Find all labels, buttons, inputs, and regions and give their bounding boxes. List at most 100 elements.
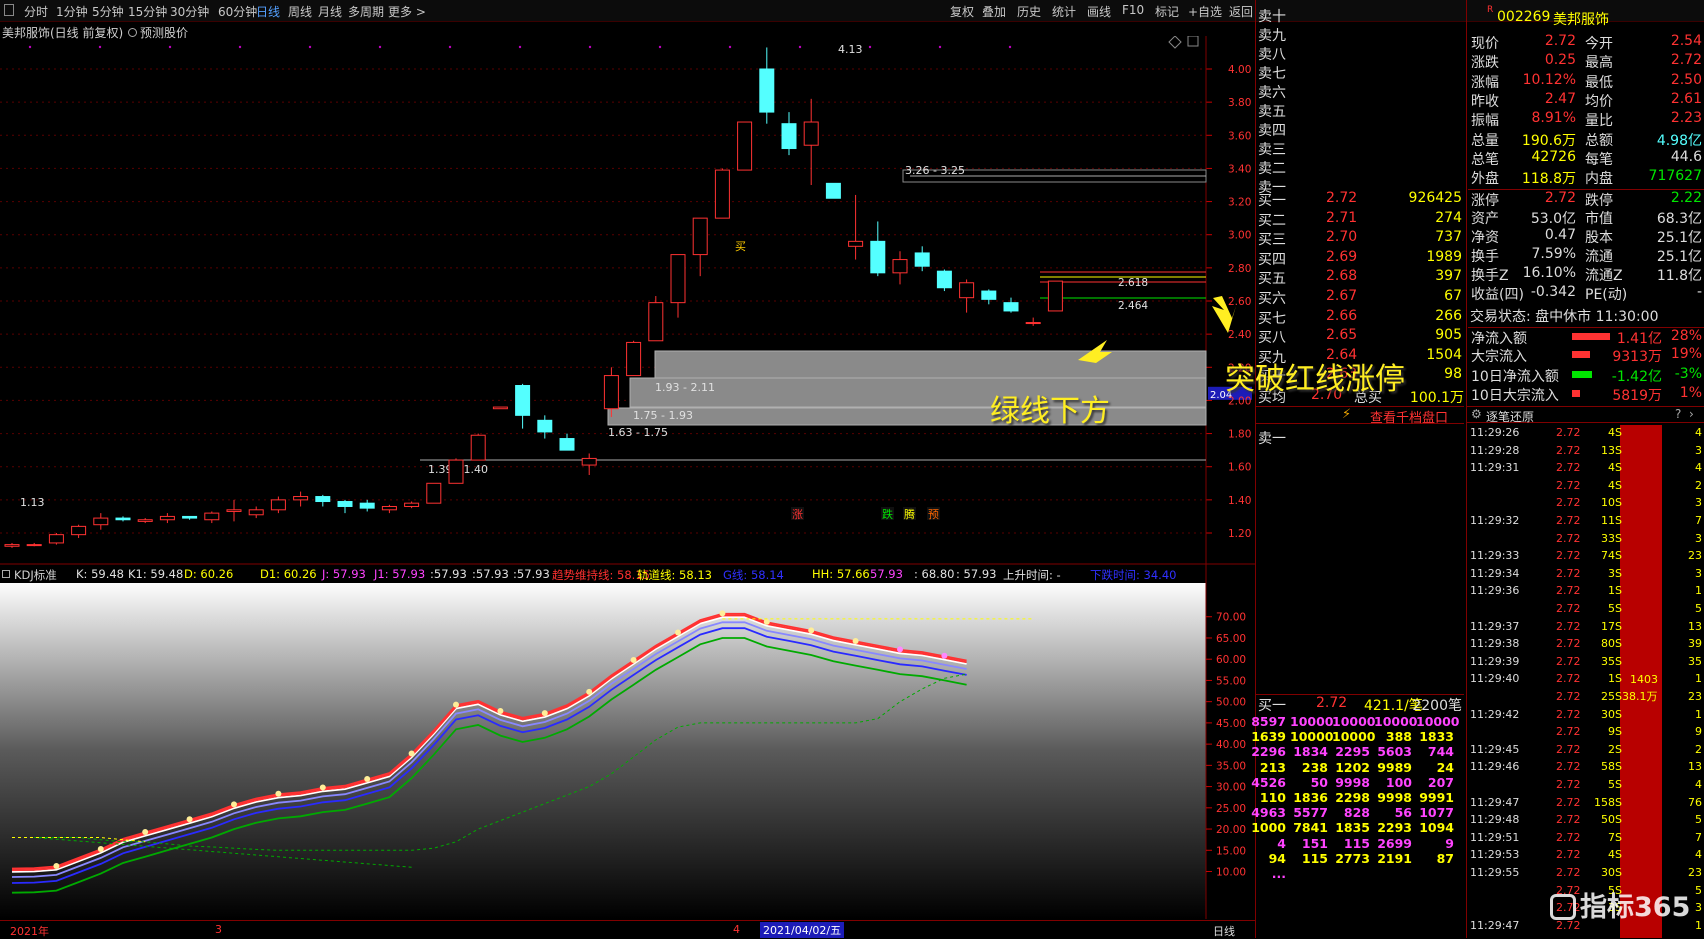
buy-level-row[interactable]: 买五 2.68 397	[1256, 268, 1464, 287]
tick-row: 2.72 4S 2	[1468, 479, 1704, 495]
settings-icon[interactable]: ⚙	[1471, 407, 1482, 421]
kdj-indicator-chart[interactable]: 70.00 65.00 60.00 55.00 50.00 45.00 40.00 35.00…	[0, 583, 1256, 919]
queue-cell: 1077	[1419, 805, 1454, 821]
zone-label: 3.26 - 3.25	[905, 164, 965, 177]
candle-body	[381, 505, 397, 511]
flow-row: 10日大宗流入 5819万 1%	[1468, 385, 1704, 404]
top-toolbar: 分时 1分钟 5分钟 15分钟 30分钟 60分钟 日线 周线 月线 多周期 更多 > 复权 叠加 历史统…	[0, 0, 1704, 22]
queue-cell: 94	[1268, 850, 1286, 866]
candle-body	[1003, 302, 1019, 312]
quote-row: 收益(四) -0.342 PE(动) -	[1468, 284, 1704, 303]
buy-level-row[interactable]: 买一 2.72 926425	[1256, 190, 1464, 209]
queue-cell: 8597	[1251, 714, 1286, 729]
tick-count: 1	[1695, 918, 1702, 932]
tick-volume: 80S	[1601, 637, 1622, 651]
view-all-levels-link[interactable]: ⚡ 查看千档盘口	[1256, 406, 1464, 426]
toolbar-button-8[interactable]: 返回	[1229, 3, 1253, 20]
tick-count: 23	[1688, 549, 1702, 563]
candle-body	[848, 240, 864, 247]
quote-row: 振幅 8.91% 量比 2.23	[1468, 110, 1704, 129]
queue-row: 1639 10000 10000 388 1833	[1251, 729, 1464, 745]
tick-price: 2.72	[1556, 637, 1581, 651]
buy-level-label: 买三	[1258, 232, 1286, 249]
queue-cell: 9989	[1377, 759, 1412, 775]
tick-price: 2.72	[1556, 514, 1581, 527]
buy-level-row[interactable]: 买二 2.71 274	[1256, 210, 1464, 229]
buy-level-row[interactable]: 买四 2.69 1989	[1256, 249, 1464, 268]
tab-8[interactable]: 月线	[318, 3, 342, 20]
ticks-title: 逐笔还原	[1486, 410, 1535, 424]
signal-label: 跌	[882, 507, 893, 521]
tab-1[interactable]: 1分钟	[56, 3, 88, 20]
tick-time: 11:29:28	[1470, 443, 1520, 457]
period-tab[interactable]: 日线	[1213, 923, 1235, 939]
toolbar-button-0[interactable]: 复权	[950, 3, 974, 20]
y-tick-label: 3.40	[1228, 163, 1251, 175]
tab-9[interactable]: 多周期	[348, 3, 384, 20]
marker-dot	[448, 45, 452, 49]
queue-row: 94 115 2773 2191 87	[1256, 851, 1464, 866]
trade-status: 交易状态: 盘中休市 11:30:00	[1470, 309, 1659, 325]
buy-level-row[interactable]: 买三 2.70 737	[1256, 229, 1464, 248]
tick-volume: 4S	[1608, 478, 1622, 492]
tab-3[interactable]: 15分钟	[128, 3, 167, 20]
candle-body	[936, 270, 952, 289]
tick-price: 2.72	[1556, 690, 1581, 703]
tick-price: 2.72	[1556, 866, 1581, 879]
buy-level-row[interactable]: 买六 2.67 67	[1256, 288, 1464, 307]
buy1-queue-row: 买一 2.72 421.1/笔 2200笔	[1256, 694, 1464, 714]
marker-dot	[518, 45, 522, 49]
buy-level-row[interactable]: 买七 2.66 266	[1256, 308, 1464, 327]
tab-10[interactable]: 更多 >	[388, 3, 426, 20]
quote-value: 2.47	[1544, 90, 1576, 107]
buy-level-row[interactable]: 买八 2.65 905	[1256, 327, 1464, 346]
tab-4[interactable]: 30分钟	[170, 3, 209, 20]
queue-row: 1000 7841 1835 2293 1094	[1251, 820, 1464, 836]
kdj-point	[763, 618, 770, 625]
buy-level-label: 买四	[1258, 251, 1286, 268]
queue-row: 2296 1834 2295 5603 744	[1251, 744, 1464, 759]
queue-cell: 2298	[1335, 790, 1370, 805]
kdj-value-2: K1: 59.48	[128, 567, 184, 581]
toolbar-button-5[interactable]: F10	[1122, 3, 1144, 17]
tab-5[interactable]: 60分钟	[218, 3, 257, 20]
candle-body	[404, 502, 420, 507]
y-tick-label: 2.40	[1228, 329, 1251, 341]
toolbar-button-7[interactable]: +自选	[1188, 3, 1222, 20]
tab-2[interactable]: 5分钟	[92, 3, 124, 20]
toolbar-button-1[interactable]: 叠加	[982, 3, 1006, 20]
sell-level-label: 卖十	[1258, 9, 1286, 25]
tick-price: 2.72	[1556, 443, 1581, 457]
tab-6[interactable]: 日线	[256, 3, 280, 20]
tick-time: 11:29:40	[1470, 672, 1520, 686]
queue-cell: 4963	[1251, 805, 1286, 821]
toolbar-button-2[interactable]: 历史	[1017, 3, 1041, 20]
quote-value: -	[1696, 284, 1702, 300]
tab-0[interactable]: 分时	[24, 3, 48, 20]
buy-level-label: 买六	[1258, 291, 1286, 307]
help-icon[interactable]: ?	[1675, 407, 1681, 421]
quote-label: 市值	[1585, 211, 1613, 227]
quote-row: 现价 2.72 今开 2.54	[1468, 33, 1704, 52]
queue-cell: 828	[1343, 805, 1370, 821]
candlestick-chart[interactable]: 4.003.803.603.403.203.002.802.602.402.20…	[0, 36, 1256, 601]
candle-body	[648, 302, 664, 342]
back-icon[interactable]	[4, 4, 14, 16]
toolbar-button-4[interactable]: 画线	[1087, 3, 1111, 20]
quote-value: 7.59%	[1531, 246, 1576, 262]
toolbar-button-6[interactable]: 标记	[1155, 3, 1179, 20]
tick-count: 7	[1695, 514, 1702, 527]
tick-volume: 7S	[1608, 830, 1622, 844]
queue-cell: 1835	[1335, 820, 1370, 836]
tick-price: 2.72	[1556, 496, 1581, 510]
price-zone	[629, 377, 1207, 408]
marker-dot	[588, 45, 592, 49]
queue-cell: 10000	[1332, 714, 1376, 729]
flow-label: 10日净流入额	[1471, 368, 1559, 385]
menu-icon[interactable]: ›	[1689, 407, 1694, 421]
quote-label: PE(动)	[1585, 287, 1628, 303]
toolbar-button-3[interactable]: 统计	[1052, 3, 1076, 20]
queue-cell: 10000	[1332, 729, 1376, 745]
tab-7[interactable]: 周线	[288, 3, 312, 20]
kdj-icon[interactable]	[2, 570, 10, 578]
